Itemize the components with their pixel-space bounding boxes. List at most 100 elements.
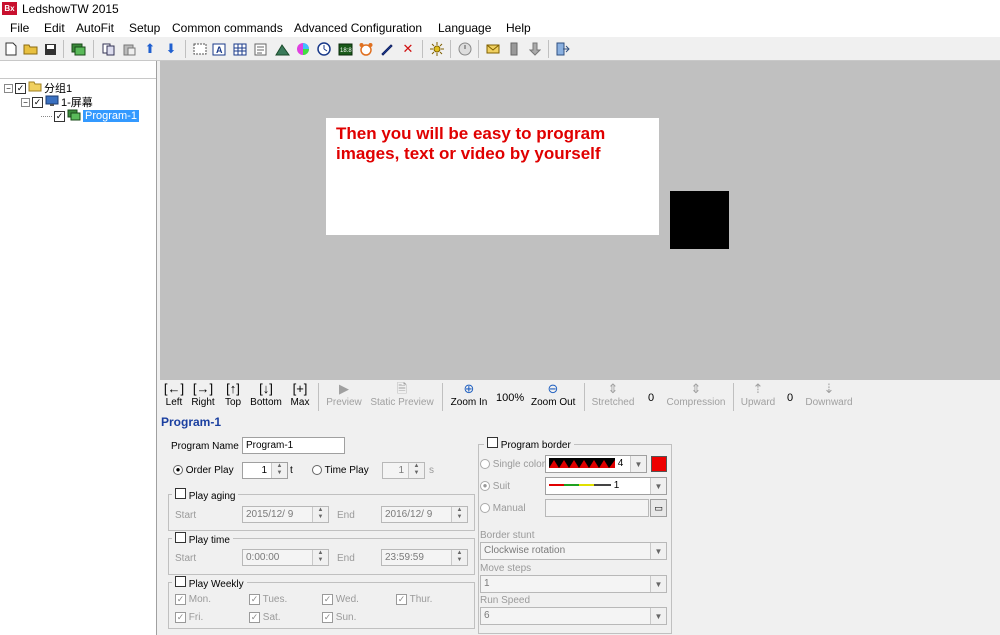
static-preview-button[interactable]: 🗎 Static Preview bbox=[370, 381, 434, 408]
day-mon[interactable]: ✓ Mon. bbox=[175, 594, 211, 605]
zoom-out-button[interactable]: ⊖ Zoom Out bbox=[531, 381, 575, 408]
maximize-button[interactable]: [+] Max bbox=[288, 381, 312, 408]
download-icon[interactable] bbox=[527, 41, 543, 57]
screen-icon[interactable] bbox=[70, 41, 86, 57]
single-color-dropdown[interactable]: 4 ▼ bbox=[545, 455, 647, 473]
delete-icon[interactable]: ✕ bbox=[400, 41, 416, 57]
menu-advanced-configuration[interactable]: Advanced Configuration bbox=[294, 21, 422, 35]
menu-setup[interactable]: Setup bbox=[129, 21, 160, 35]
app-logo-icon: Bx bbox=[2, 2, 17, 15]
tree-node-group[interactable]: − ✓ 分组1 bbox=[4, 81, 72, 95]
group-checkbox[interactable]: ✓ bbox=[15, 82, 26, 94]
image-icon[interactable] bbox=[274, 41, 290, 57]
downward-button[interactable]: ⇣ Downward bbox=[805, 381, 853, 408]
manual-option[interactable]: Manual bbox=[480, 503, 526, 514]
menu-autofit[interactable]: AutoFit bbox=[76, 21, 114, 35]
single-color-radio[interactable] bbox=[480, 459, 490, 470]
counter-icon[interactable]: 18:8 bbox=[337, 41, 353, 57]
move-steps-dropdown[interactable]: 1 ▼ bbox=[480, 575, 667, 593]
manual-path-input[interactable] bbox=[545, 499, 649, 517]
play-weekly-checkbox[interactable] bbox=[175, 576, 186, 587]
zoom-in-button[interactable]: ⊕ Zoom In bbox=[449, 381, 489, 408]
manual-radio[interactable] bbox=[480, 503, 490, 514]
tree-program-label[interactable]: Program-1 bbox=[83, 110, 139, 122]
alarm-icon[interactable] bbox=[358, 41, 374, 57]
pen-icon[interactable] bbox=[379, 41, 395, 57]
suit-radio[interactable]: ● bbox=[480, 481, 490, 492]
day-tues[interactable]: ✓ Tues. bbox=[249, 594, 287, 605]
order-play-option[interactable]: ● Order Play bbox=[173, 465, 234, 476]
run-speed-dropdown[interactable]: 6 ▼ bbox=[480, 607, 667, 625]
menu-help[interactable]: Help bbox=[506, 21, 531, 35]
paste-icon[interactable] bbox=[121, 41, 137, 57]
time-play-option[interactable]: Time Play bbox=[312, 465, 369, 476]
play-aging-toggle[interactable]: Play aging bbox=[172, 488, 239, 502]
color-wheel-icon[interactable] bbox=[295, 41, 311, 57]
browse-folder-button[interactable]: ▭ bbox=[650, 499, 667, 517]
tree-node-screen[interactable]: − ✓ 1-屏幕 bbox=[21, 95, 93, 109]
align-right-button[interactable]: [→] Right bbox=[190, 381, 216, 408]
upward-button[interactable]: ⇡ Upward bbox=[740, 381, 776, 408]
play-time-toggle[interactable]: Play time bbox=[172, 532, 233, 546]
table-icon[interactable] bbox=[232, 41, 248, 57]
menu-common-commands[interactable]: Common commands bbox=[172, 21, 283, 35]
text-area-window[interactable]: Then you will be easy to program images,… bbox=[326, 118, 659, 235]
move-up-icon[interactable]: ⬆ bbox=[142, 41, 158, 57]
time-start-input[interactable]: 0:00:00 ▲ ▼ bbox=[242, 549, 329, 566]
suit-dropdown[interactable]: 1 ▼ bbox=[545, 477, 667, 495]
preview-canvas[interactable]: Then you will be easy to program images,… bbox=[160, 61, 1000, 380]
brightness-icon[interactable] bbox=[429, 41, 445, 57]
rectangle-icon[interactable] bbox=[192, 41, 208, 57]
send-icon[interactable] bbox=[485, 41, 501, 57]
color-swatch-button[interactable] bbox=[651, 456, 667, 472]
day-wed[interactable]: ✓ Wed. bbox=[322, 594, 359, 605]
copy-icon[interactable] bbox=[100, 41, 116, 57]
collapse-icon[interactable]: − bbox=[21, 97, 30, 107]
day-thur[interactable]: ✓ Thur. bbox=[396, 594, 432, 605]
order-play-spinner[interactable]: 1 ▲ ▼ bbox=[242, 462, 288, 479]
usb-icon[interactable] bbox=[506, 41, 522, 57]
program-name-input[interactable]: Program-1 bbox=[242, 437, 345, 454]
menu-language[interactable]: Language bbox=[438, 21, 491, 35]
align-top-button[interactable]: [↑] Top bbox=[222, 381, 244, 408]
save-icon[interactable] bbox=[42, 41, 58, 57]
preview-button[interactable]: ▶ Preview bbox=[324, 381, 364, 408]
border-stunt-dropdown[interactable]: Clockwise rotation ▼ bbox=[480, 542, 667, 560]
align-bottom-button[interactable]: [↓] Bottom bbox=[249, 381, 283, 408]
new-file-icon[interactable] bbox=[3, 41, 19, 57]
stretched-button[interactable]: ⇕ Stretched bbox=[591, 381, 635, 408]
move-down-icon[interactable]: ⬇ bbox=[163, 41, 179, 57]
program-border-toggle[interactable]: Program border bbox=[484, 437, 574, 451]
aging-end-date[interactable]: 2016/12/ 9 ▲ ▼ bbox=[381, 506, 468, 523]
open-folder-icon[interactable] bbox=[22, 41, 38, 57]
day-sat[interactable]: ✓ Sat. bbox=[249, 612, 281, 623]
day-sun[interactable]: ✓ Sun. bbox=[322, 612, 356, 623]
exit-icon[interactable] bbox=[555, 41, 571, 57]
play-time-checkbox[interactable] bbox=[175, 532, 186, 543]
screen-checkbox[interactable]: ✓ bbox=[32, 96, 43, 108]
time-play-spinner[interactable]: 1 ▲ ▼ bbox=[382, 462, 425, 479]
tree-node-program[interactable]: ✓ Program-1 bbox=[41, 109, 139, 123]
time-end-input[interactable]: 23:59:59 ▲ ▼ bbox=[381, 549, 468, 566]
timer-icon[interactable] bbox=[457, 41, 473, 57]
play-aging-checkbox[interactable] bbox=[175, 488, 186, 499]
black-area-window[interactable] bbox=[670, 191, 729, 249]
program-checkbox[interactable]: ✓ bbox=[54, 110, 65, 122]
aging-start-date[interactable]: 2015/12/ 9 ▲ ▼ bbox=[242, 506, 329, 523]
text-icon[interactable]: A bbox=[211, 41, 227, 57]
suit-option[interactable]: ● Suit bbox=[480, 481, 510, 492]
play-weekly-toggle[interactable]: Play Weekly bbox=[172, 576, 247, 590]
program-border-checkbox[interactable] bbox=[487, 437, 498, 448]
note-icon[interactable] bbox=[253, 41, 269, 57]
align-right-icon: [→] bbox=[192, 381, 214, 396]
menu-file[interactable]: File bbox=[10, 21, 29, 35]
day-fri[interactable]: ✓ Fri. bbox=[175, 612, 203, 623]
menu-edit[interactable]: Edit bbox=[44, 21, 65, 35]
collapse-icon[interactable]: − bbox=[4, 83, 13, 93]
clock-icon[interactable] bbox=[316, 41, 332, 57]
compression-button[interactable]: ⇕ Compression bbox=[666, 381, 726, 408]
single-color-option[interactable]: Single color bbox=[480, 459, 545, 470]
order-play-radio[interactable]: ● bbox=[173, 465, 183, 476]
time-play-radio[interactable] bbox=[312, 465, 322, 476]
align-left-button[interactable]: [←] Left bbox=[163, 381, 185, 408]
